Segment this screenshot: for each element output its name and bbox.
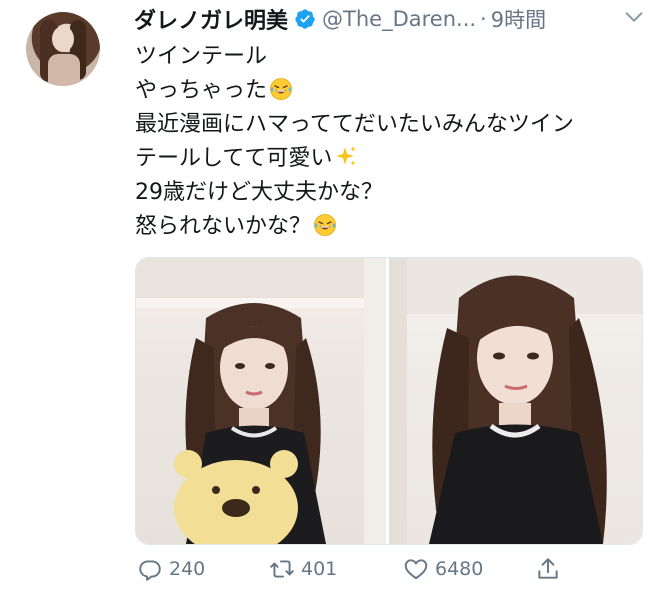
tweet-text-line: 最近漫画にハマっててだいたいみんなツイン [135, 112, 574, 137]
tweet-text: ツインテール やっちゃった 最近漫画にハマっててだいたいみんなツイン テールして… [135, 40, 655, 244]
reply-count: 240 [169, 558, 206, 580]
media-grid [135, 257, 643, 545]
laughing-tears-emoji-icon [270, 78, 292, 100]
tweet-text-line: やっちゃった [135, 74, 655, 108]
avatar-body [48, 54, 80, 86]
share-icon [538, 558, 558, 579]
reply-icon [139, 560, 161, 581]
tweet-text-line: テールしてて可愛い [135, 142, 655, 176]
handle[interactable]: @The_Daren... [322, 7, 476, 31]
timestamp[interactable]: 9時間 [491, 4, 546, 34]
retweet-count: 401 [301, 558, 338, 580]
separator-dot: · [480, 7, 487, 31]
reply-button[interactable]: 240 [137, 556, 205, 582]
laughing-tears-emoji-icon [314, 214, 336, 236]
heart-icon [404, 559, 428, 580]
avatar[interactable] [26, 12, 100, 86]
share-button[interactable] [535, 556, 561, 582]
photo-1-illustration [136, 258, 386, 544]
tweet-text-line: ツインテール [135, 44, 268, 69]
tweet-actions: 240 401 6480 [135, 556, 655, 586]
tweet-text-line: 怒られないかな？ [135, 210, 655, 244]
tweet-header: ダレノガレ明美 @The_Daren... · 9時間 [134, 2, 546, 36]
retweet-button[interactable]: 401 [269, 556, 337, 582]
display-name[interactable]: ダレノガレ明美 [134, 3, 288, 35]
tweet-text-line: 29歳だけど大丈夫かな？ [135, 180, 383, 205]
sparkles-emoji-icon [336, 146, 357, 166]
photo-1[interactable] [136, 258, 386, 544]
verified-badge-icon [295, 9, 315, 29]
photo-2[interactable] [389, 258, 642, 544]
photo-2-illustration [389, 258, 642, 544]
like-button[interactable]: 6480 [403, 556, 483, 582]
like-count: 6480 [435, 558, 484, 580]
avatar-face [52, 26, 74, 52]
chevron-down-icon[interactable] [622, 6, 646, 28]
retweet-icon [270, 560, 294, 578]
